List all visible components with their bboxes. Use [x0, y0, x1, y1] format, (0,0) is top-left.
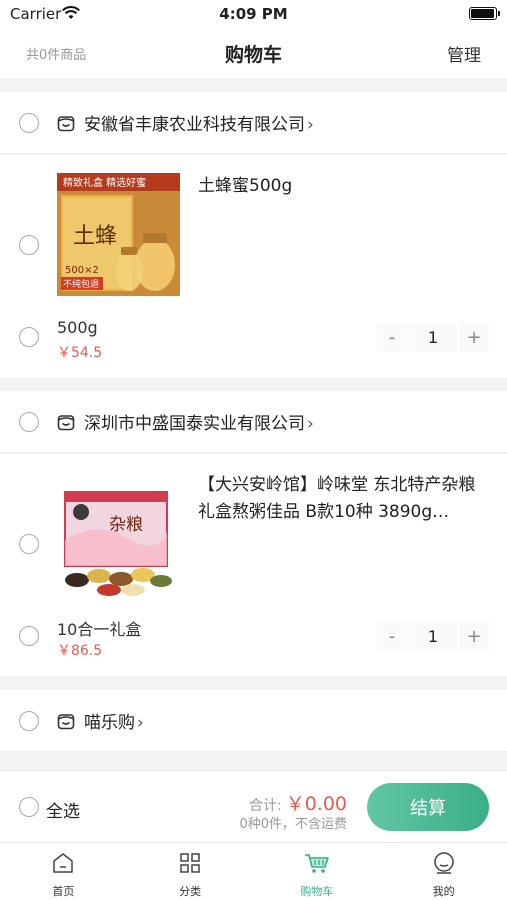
profile-icon [432, 851, 456, 879]
total-amount: ￥0.00 [285, 793, 347, 815]
tab-label: 购物车 [300, 885, 334, 898]
price-label: ￥86.5 [57, 643, 103, 659]
quantity-value[interactable]: 1 [409, 322, 457, 352]
increment-button[interactable]: + [459, 621, 489, 651]
shop-name[interactable]: 深圳市中盛国泰实业有限公司 › [84, 409, 314, 434]
shop-select-radio[interactable] [19, 113, 39, 133]
checkout-bar: 全选 合计: ￥0.00 0种0件，不含运费 结算 [0, 770, 507, 842]
shop-header-2[interactable]: 深圳市中盛国泰实业有限公司 › [0, 391, 507, 453]
tab-label: 我的 [432, 885, 455, 898]
tab-home[interactable]: 首页 [0, 843, 127, 900]
cart-item-1: 土蜂 500×2 不纯包退 精致礼盒 精选好蜜 土蜂蜜500g 500g ￥54… [0, 155, 507, 378]
svg-text:500×2: 500×2 [65, 265, 99, 276]
quantity-stepper: - 1 + [377, 621, 489, 651]
tab-label: 分类 [179, 885, 202, 898]
manage-button[interactable]: 管理 [447, 41, 481, 66]
battery-icon [469, 7, 500, 20]
svg-text:土蜂: 土蜂 [73, 224, 117, 249]
tab-profile[interactable]: 我的 [380, 843, 507, 900]
cart-item-2: 杂粮 【大兴安岭馆】岭味堂 东北特产杂粮礼盒熬粥佳品 B款10种 3890g… … [0, 454, 507, 676]
nav-bar: 共0件商品 购物车 管理 [0, 28, 507, 78]
chevron-right-icon: › [307, 115, 314, 135]
store-icon [56, 711, 76, 735]
shipping-note: 0种0件，不含运费 [239, 817, 347, 832]
honey-gift-box-image: 土蜂 500×2 不纯包退 精致礼盒 精选好蜜 [57, 173, 180, 296]
product-title[interactable]: 【大兴安岭馆】岭味堂 东北特产杂粮礼盒熬粥佳品 B款10种 3890g… [198, 472, 489, 526]
cart-icon [304, 851, 330, 879]
tab-label: 首页 [52, 885, 75, 898]
product-image[interactable]: 杂粮 [57, 480, 180, 603]
tab-cart[interactable]: 购物车 [254, 843, 381, 900]
page-title: 购物车 [224, 44, 282, 66]
shop-name[interactable]: 安徽省丰康农业科技有限公司 › [84, 110, 314, 135]
total-label: 合计: [248, 798, 282, 814]
category-grid-icon [178, 851, 202, 879]
clock: 4:09 PM [219, 5, 288, 23]
chevron-right-icon: › [137, 713, 144, 733]
shop-select-radio[interactable] [19, 412, 39, 432]
select-all-radio[interactable] [19, 797, 39, 817]
shop-header-1[interactable]: 安徽省丰康农业科技有限公司 › [0, 92, 507, 154]
item-select-radio[interactable] [19, 235, 39, 255]
home-icon [51, 851, 75, 879]
variant-select-radio[interactable] [19, 327, 39, 347]
tab-category[interactable]: 分类 [127, 843, 254, 900]
decrement-button[interactable]: - [377, 621, 407, 651]
total-line: 合计: ￥0.00 [249, 789, 347, 816]
variant-label: 500g [57, 318, 98, 337]
svg-text:杂粮: 杂粮 [109, 515, 143, 535]
product-title[interactable]: 土蜂蜜500g [198, 173, 489, 200]
quantity-value[interactable]: 1 [409, 621, 457, 651]
tab-bar: 首页 分类 购物车 我的 [0, 842, 507, 900]
increment-button[interactable]: + [459, 322, 489, 352]
decrement-button[interactable]: - [377, 322, 407, 352]
shop-header-3[interactable]: 喵乐购 › [0, 690, 507, 752]
quantity-stepper: - 1 + [377, 322, 489, 352]
variant-select-radio[interactable] [19, 626, 39, 646]
checkout-button[interactable]: 结算 [367, 783, 489, 831]
variant-label: 10合一礼盒 [57, 620, 142, 639]
status-bar: Carrier 4:09 PM [0, 0, 507, 28]
shop-select-radio[interactable] [19, 711, 39, 731]
item-select-radio[interactable] [19, 534, 39, 554]
product-image[interactable]: 土蜂 500×2 不纯包退 精致礼盒 精选好蜜 [57, 173, 180, 296]
shop-name[interactable]: 喵乐购 › [84, 708, 144, 733]
store-icon [56, 412, 76, 436]
svg-text:精致礼盒 精选好蜜: 精致礼盒 精选好蜜 [63, 176, 146, 189]
svg-text:不纯包退: 不纯包退 [63, 278, 99, 290]
select-all-label[interactable]: 全选 [46, 797, 80, 822]
grain-gift-box-image: 杂粮 [57, 480, 180, 603]
store-icon [56, 113, 76, 137]
chevron-right-icon: › [307, 414, 314, 434]
price-label: ￥54.5 [57, 345, 103, 361]
